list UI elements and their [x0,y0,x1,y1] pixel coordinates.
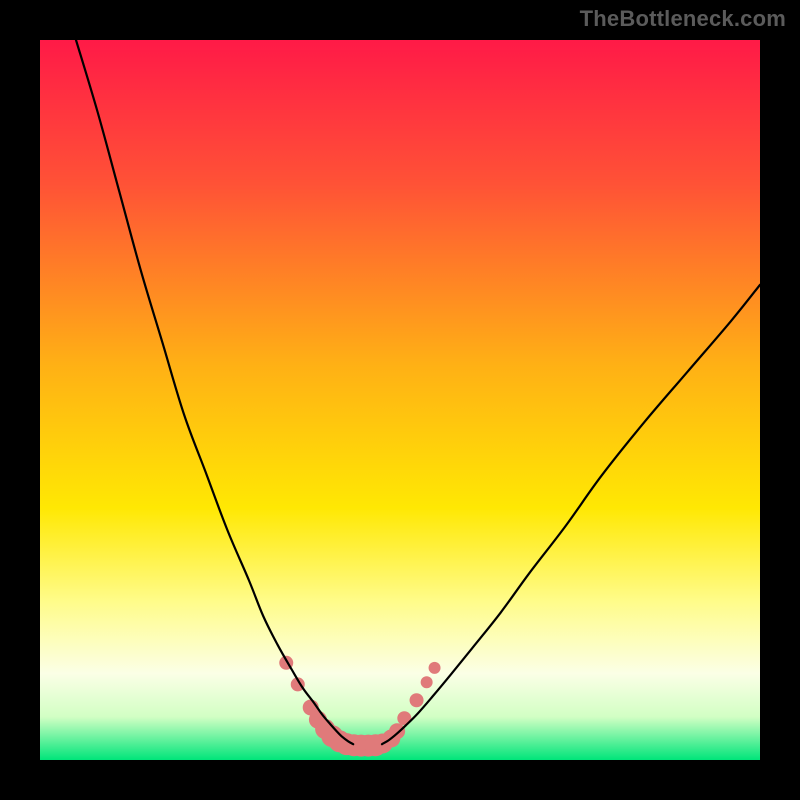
gradient-background [40,40,760,760]
marker-dot [429,662,441,674]
chart-frame: TheBottleneck.com [0,0,800,800]
watermark-label: TheBottleneck.com [580,6,786,32]
marker-dot [410,693,424,707]
bottleneck-plot [40,40,760,760]
marker-dot [421,676,433,688]
